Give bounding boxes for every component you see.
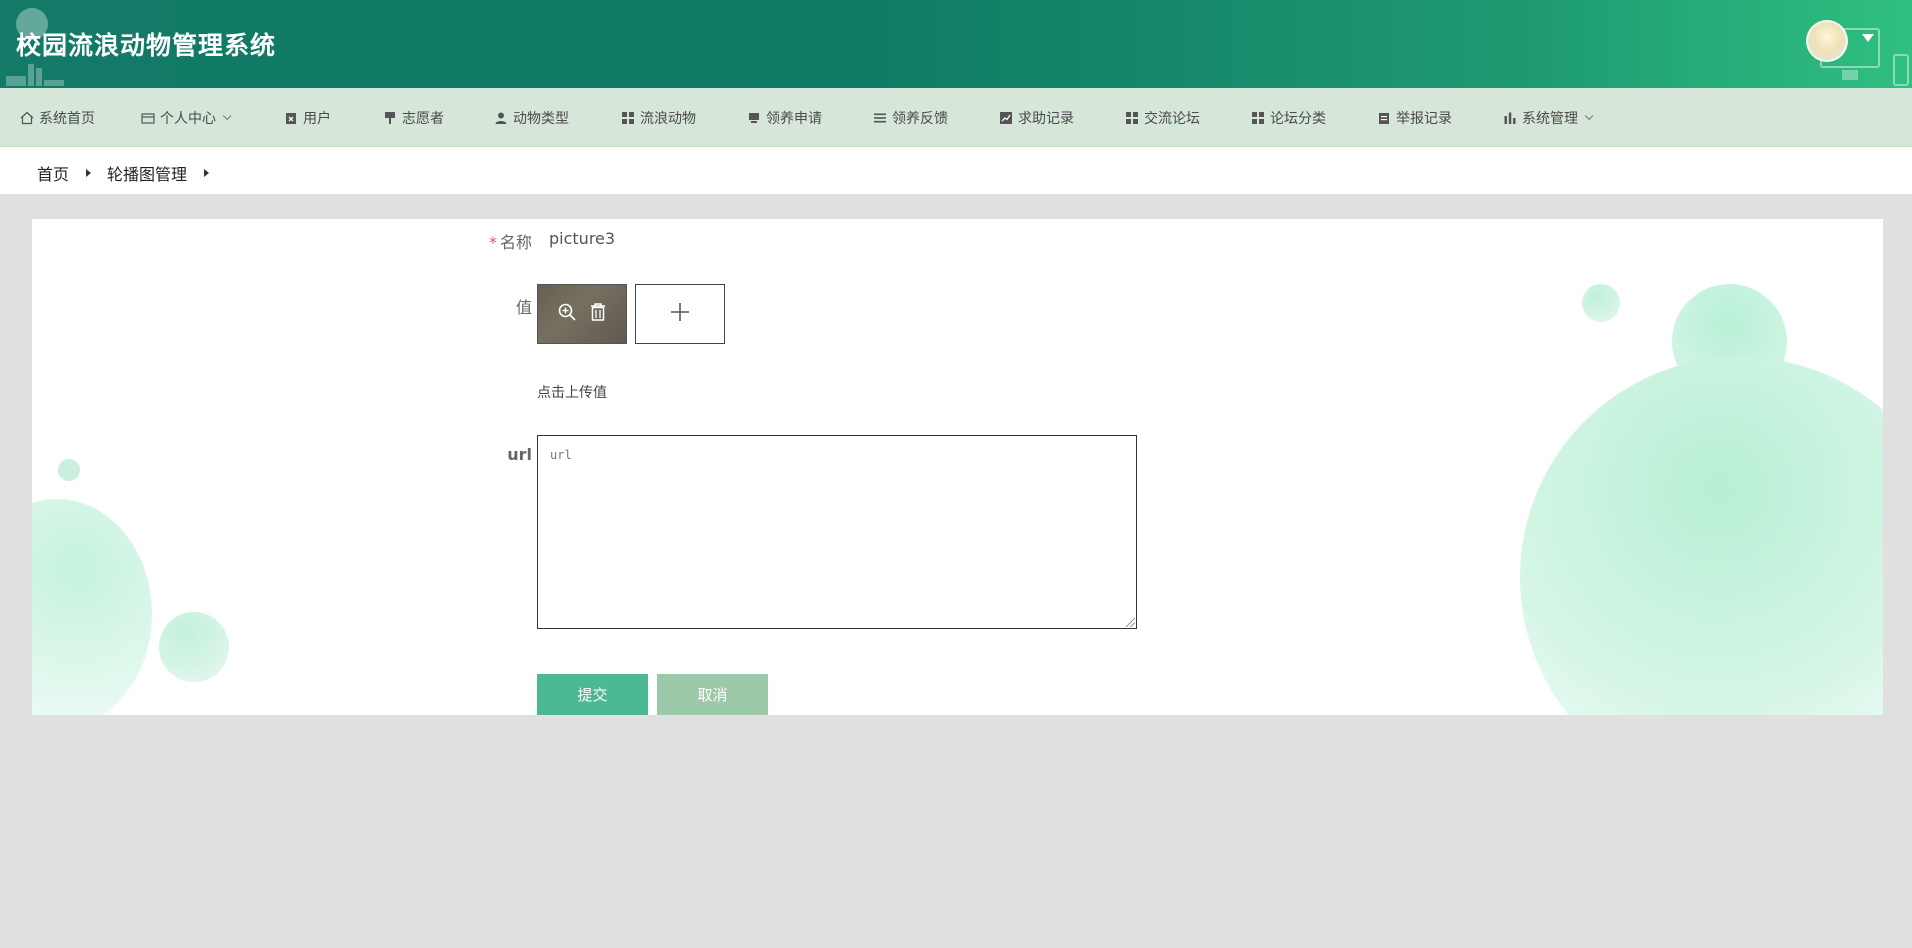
- decorative-bubble: [1582, 284, 1620, 322]
- books-decoration-icon: [6, 64, 66, 86]
- nav-item-report-records[interactable]: 举报记录: [1377, 88, 1452, 147]
- decorative-bubble: [159, 612, 229, 682]
- user-icon: [494, 111, 508, 125]
- chevron-down-icon: [1584, 111, 1594, 120]
- name-label: * 名称: [488, 233, 532, 252]
- decorative-bubble: [32, 499, 152, 715]
- grid-icon: [1125, 111, 1139, 125]
- decorative-bubble: [1520, 357, 1883, 715]
- menu-icon: [873, 111, 887, 125]
- form-card: *名称 picture3 值 点击上传值 url 提交 取消: [32, 219, 1883, 715]
- nav-item-personal-center[interactable]: 个人中心: [141, 88, 232, 147]
- brush-icon: [383, 111, 397, 125]
- nav-item-forum[interactable]: 交流论坛: [1125, 88, 1200, 147]
- submit-button[interactable]: 提交: [537, 674, 648, 715]
- thumbnail-actions: [538, 285, 626, 343]
- breadcrumb-carousel-management[interactable]: 轮播图管理: [107, 161, 187, 185]
- clipboard-icon: [1377, 111, 1391, 125]
- delete-icon[interactable]: [589, 302, 607, 326]
- wallet-icon: [141, 111, 155, 125]
- chevron-down-icon: [222, 111, 232, 120]
- nav-item-help-records[interactable]: 求助记录: [999, 88, 1074, 147]
- nav-item-home[interactable]: 系统首页: [20, 88, 95, 147]
- top-nav: 系统首页 个人中心 用户 志愿者 动物类型 流浪动物 领养申请 领养反馈 求助记…: [0, 88, 1912, 147]
- clipboard-x-icon: [284, 111, 298, 125]
- app-title: 校园流浪动物管理系统: [16, 31, 277, 60]
- plus-icon: [669, 301, 691, 327]
- nav-item-system-management[interactable]: 系统管理: [1503, 88, 1594, 147]
- uploaded-image-thumbnail[interactable]: [537, 284, 627, 344]
- required-mark: *: [488, 233, 497, 252]
- bar-chart-icon: [1503, 111, 1517, 125]
- decorative-bubble: [58, 459, 80, 481]
- nav-item-volunteers[interactable]: 志愿者: [383, 88, 444, 147]
- chart-line-icon: [999, 111, 1013, 125]
- chevron-right-icon: [86, 169, 91, 177]
- avatar[interactable]: [1806, 20, 1848, 62]
- grid-icon: [1251, 111, 1265, 125]
- url-label: url: [507, 445, 532, 464]
- inbox-icon: [747, 111, 761, 125]
- nav-item-animal-types[interactable]: 动物类型: [494, 88, 569, 147]
- nav-item-users[interactable]: 用户: [284, 88, 331, 147]
- nav-item-adoption-applications[interactable]: 领养申请: [747, 88, 822, 147]
- breadcrumb: 首页 轮播图管理: [0, 147, 1912, 194]
- cancel-button[interactable]: 取消: [657, 674, 768, 715]
- nav-item-forum-categories[interactable]: 论坛分类: [1251, 88, 1326, 147]
- phone-decoration-icon: [1893, 54, 1909, 86]
- upload-add-button[interactable]: [635, 284, 725, 344]
- home-icon: [20, 111, 34, 125]
- upload-hint: 点击上传值: [537, 385, 607, 401]
- app-header: 校园流浪动物管理系统: [0, 0, 1912, 88]
- resize-handle-icon[interactable]: [1126, 618, 1135, 627]
- zoom-in-icon[interactable]: [557, 302, 577, 326]
- chevron-right-icon: [204, 169, 209, 177]
- monitor-stand-decoration: [1842, 70, 1858, 80]
- caret-down-icon[interactable]: [1862, 34, 1874, 42]
- grid-icon: [621, 111, 635, 125]
- value-label: 值: [515, 298, 532, 317]
- url-textarea[interactable]: [537, 435, 1137, 629]
- nav-item-stray-animals[interactable]: 流浪动物: [621, 88, 696, 147]
- name-value[interactable]: picture3: [549, 229, 615, 248]
- breadcrumb-home[interactable]: 首页: [37, 161, 69, 185]
- nav-item-adoption-feedback[interactable]: 领养反馈: [873, 88, 948, 147]
